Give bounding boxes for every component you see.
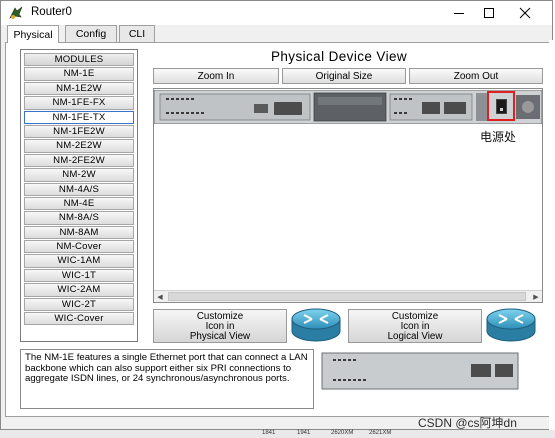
module-item[interactable]: NM-1FE-FX bbox=[24, 96, 134, 110]
tab-cli[interactable]: CLI bbox=[119, 25, 155, 42]
physical-panel: MODULES NM-1E NM-1E2W NM-1FE-FX NM-1FE-T… bbox=[5, 42, 550, 417]
customize-logical-icon-button[interactable]: Customize Icon in Logical View bbox=[348, 309, 482, 343]
module-list-header: MODULES bbox=[24, 53, 134, 67]
close-button[interactable] bbox=[508, 1, 542, 25]
scroll-left-icon[interactable]: ◀ bbox=[154, 291, 166, 302]
background-task-label: 2620XM bbox=[331, 430, 354, 436]
physical-device-view-title: Physical Device View bbox=[271, 49, 408, 64]
zoom-in-button[interactable]: Zoom In bbox=[153, 68, 279, 84]
background-task-label: 1841 bbox=[262, 430, 276, 436]
maximize-button[interactable] bbox=[472, 1, 506, 25]
button-label-line: Logical View bbox=[387, 331, 443, 342]
module-item[interactable]: NM-1FE2W bbox=[24, 124, 134, 139]
minimize-icon bbox=[454, 13, 464, 14]
packet-tracer-icon bbox=[9, 6, 23, 19]
device-view-canvas[interactable]: 电源处 ◀ ▶ bbox=[153, 88, 543, 303]
router-chassis-image bbox=[154, 90, 542, 124]
module-description: The NM-1E features a single Ethernet por… bbox=[20, 349, 314, 409]
horizontal-scrollbar[interactable]: ◀ ▶ bbox=[154, 290, 542, 302]
original-size-button[interactable]: Original Size bbox=[282, 68, 406, 84]
customize-physical-icon-button[interactable]: Customize Icon in Physical View bbox=[153, 309, 287, 343]
power-switch-icon[interactable] bbox=[496, 99, 507, 114]
power-switch-highlight bbox=[487, 91, 515, 121]
title-bar: Router0 bbox=[1, 1, 552, 25]
module-item[interactable]: WIC-2AM bbox=[24, 283, 134, 297]
module-item[interactable]: WIC-2T bbox=[24, 297, 134, 312]
tab-physical[interactable]: Physical bbox=[7, 25, 59, 43]
module-item[interactable]: NM-Cover bbox=[24, 240, 134, 254]
minimize-button[interactable] bbox=[442, 1, 476, 25]
background-taskbar bbox=[0, 430, 555, 438]
scroll-thumb[interactable] bbox=[168, 292, 526, 301]
background-task-label: 2621XM bbox=[369, 430, 392, 436]
module-list[interactable]: MODULES NM-1E NM-1E2W NM-1FE-FX NM-1FE-T… bbox=[20, 49, 138, 342]
module-item[interactable]: NM-8A/S bbox=[24, 211, 134, 225]
module-item[interactable]: NM-2W bbox=[24, 168, 134, 182]
module-item[interactable]: NM-8AM bbox=[24, 225, 134, 240]
close-icon bbox=[519, 7, 531, 19]
router-icon bbox=[291, 308, 341, 342]
module-item[interactable]: NM-4A/S bbox=[24, 182, 134, 196]
module-item-selected[interactable]: NM-1FE-TX bbox=[24, 110, 134, 124]
scroll-right-icon[interactable]: ▶ bbox=[530, 291, 542, 302]
power-annotation-label: 电源处 bbox=[480, 130, 517, 144]
zoom-out-button[interactable]: Zoom Out bbox=[409, 68, 543, 84]
background-task-label: 1941 bbox=[297, 430, 311, 436]
module-item[interactable]: NM-4E bbox=[24, 196, 134, 211]
csdn-watermark: CSDN @cs阿坤dn bbox=[418, 416, 517, 430]
module-item[interactable]: NM-1E bbox=[24, 67, 134, 81]
tab-config[interactable]: Config bbox=[65, 25, 117, 42]
module-item[interactable]: NM-2FE2W bbox=[24, 153, 134, 168]
module-item[interactable]: WIC-Cover bbox=[24, 312, 134, 326]
module-item[interactable]: WIC-1T bbox=[24, 268, 134, 283]
module-preview-image bbox=[321, 352, 519, 390]
module-item[interactable]: NM-2E2W bbox=[24, 139, 134, 153]
background-window-edge bbox=[549, 40, 555, 430]
router-icon bbox=[486, 308, 536, 342]
module-item[interactable]: WIC-1AM bbox=[24, 254, 134, 268]
router-window: Router0 Physical Config CLI MODULES NM-1… bbox=[0, 0, 553, 430]
maximize-icon bbox=[484, 8, 494, 18]
module-item[interactable]: NM-1E2W bbox=[24, 81, 134, 96]
window-title: Router0 bbox=[31, 6, 72, 18]
button-label-line: Physical View bbox=[189, 331, 251, 342]
